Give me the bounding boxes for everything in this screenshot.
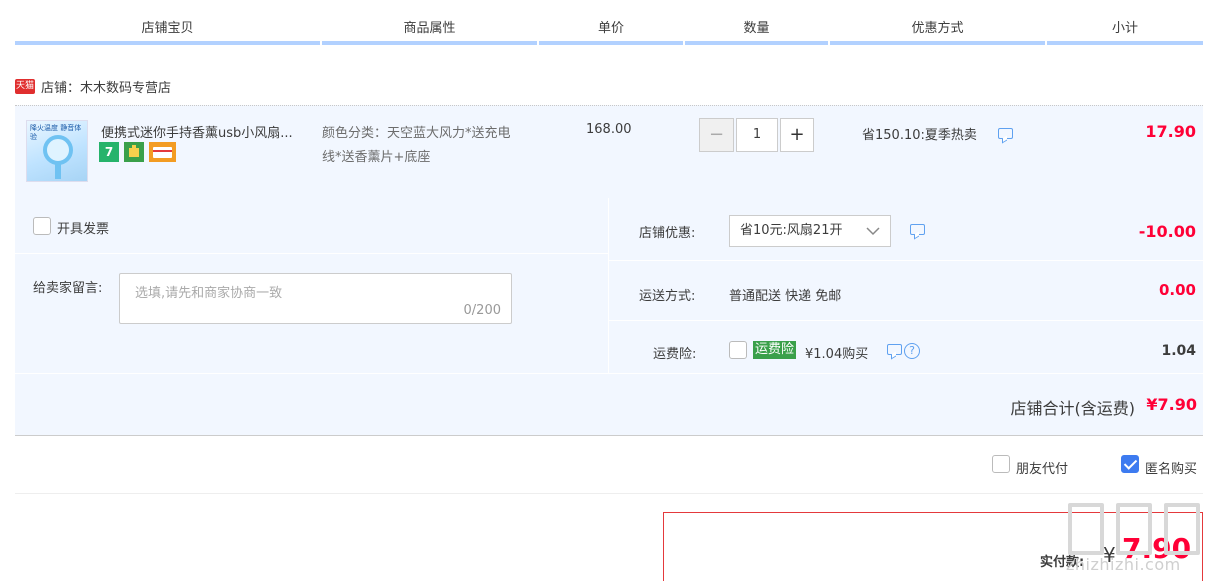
item-subtotal: 17.90 (1145, 122, 1196, 141)
friend-pay-checkbox[interactable] (992, 455, 1010, 473)
message-icon[interactable] (910, 224, 925, 235)
watermark-logo (1164, 503, 1200, 555)
guarantee-icon (124, 142, 144, 162)
invoice-checkbox[interactable] (33, 217, 51, 235)
shipping-method: 普通配送 快递 免邮 (729, 289, 842, 304)
watermark-logo (1116, 503, 1152, 555)
product-thumbnail[interactable]: 降火温度 静音体验 (26, 120, 88, 182)
insurance-checkbox[interactable] (729, 341, 747, 359)
quantity-increase-button[interactable]: + (780, 118, 814, 152)
shop-total-amount: ¥7.90 (1146, 395, 1197, 414)
fan-image (43, 135, 73, 165)
shop-total-label: 店铺合计(含运费) (1010, 399, 1136, 418)
header-underline (15, 41, 320, 45)
header-underline (830, 41, 1045, 45)
watermark-logo (1068, 503, 1104, 555)
column-header-discount: 优惠方式 (911, 21, 964, 36)
help-icon[interactable]: ? (904, 343, 920, 359)
product-title[interactable]: 便携式迷你手持香薰usb小风扇... (101, 122, 293, 141)
header-underline (322, 41, 537, 45)
column-header-quantity: 数量 (743, 21, 770, 36)
attribute-line: 颜色分类：天空蓝大风力*送充电 (322, 126, 511, 141)
seller-message-input[interactable]: 选填,请先和商家协商一致 0/200 (119, 273, 512, 324)
column-header-attributes: 商品属性 (403, 21, 456, 36)
message-counter: 0/200 (463, 303, 501, 318)
header-underline (685, 41, 828, 45)
shop-discount-select[interactable]: 省10元:风扇21开 (729, 215, 891, 247)
column-header-price: 单价 (597, 21, 624, 36)
insurance-label: 运费险: (653, 347, 697, 362)
insurance-amount: 1.04 (1161, 343, 1196, 359)
insurance-price: ¥1.04购买 (805, 347, 869, 362)
message-placeholder: 选填,请先和商家协商一致 (135, 286, 283, 301)
message-icon[interactable] (887, 344, 902, 355)
divider (609, 260, 1203, 261)
header-underline (1047, 41, 1203, 45)
divider (15, 493, 1203, 494)
shop-discount-value: 省10元:风扇21开 (740, 223, 843, 238)
tmall-icon: 天猫 (15, 78, 35, 94)
item-row: 降火温度 静音体验 (15, 105, 1203, 198)
column-header-item: 店铺宝贝 (141, 21, 194, 36)
shipping-label: 运送方式: (639, 289, 696, 304)
column-header-subtotal: 小计 (1111, 21, 1138, 36)
watermark-text: zhizhizhi.com (1066, 555, 1181, 574)
quantity-input[interactable]: 1 (736, 118, 778, 152)
attribute-line: 线*送香薰片+底座 (322, 150, 431, 165)
divider (15, 253, 608, 254)
seven-day-icon: 7 (99, 142, 119, 162)
unit-price: 168.00 (586, 122, 632, 137)
anonymous-label: 匿名购买 (1145, 462, 1198, 477)
shop-name[interactable]: 店铺：木木数码专营店 (41, 77, 171, 96)
chevron-down-icon (866, 227, 880, 236)
message-label: 给卖家留言: (33, 281, 103, 296)
shop-discount-label: 店铺优惠: (639, 226, 696, 241)
card-icon (149, 142, 176, 162)
shop-row: 天猫 店铺：木木数码专营店 (15, 74, 171, 98)
shop-discount-amount: -10.00 (1138, 222, 1196, 241)
divider (609, 320, 1203, 321)
friend-pay-label: 朋友代付 (1016, 462, 1069, 477)
discount-text: 省150.10:夏季热卖 (862, 128, 977, 143)
product-attributes: 颜色分类：天空蓝大风力*送充电 线*送香薰片+底座 (322, 122, 511, 170)
anonymous-checkbox[interactable] (1121, 455, 1139, 473)
message-icon[interactable] (998, 128, 1013, 139)
invoice-label: 开具发票 (57, 222, 110, 237)
header-underline (539, 41, 683, 45)
quantity-decrease-button[interactable]: − (699, 118, 734, 152)
fan-handle (55, 163, 61, 179)
insurance-tag: 运费险 (753, 341, 797, 359)
shipping-amount: 0.00 (1158, 281, 1196, 299)
